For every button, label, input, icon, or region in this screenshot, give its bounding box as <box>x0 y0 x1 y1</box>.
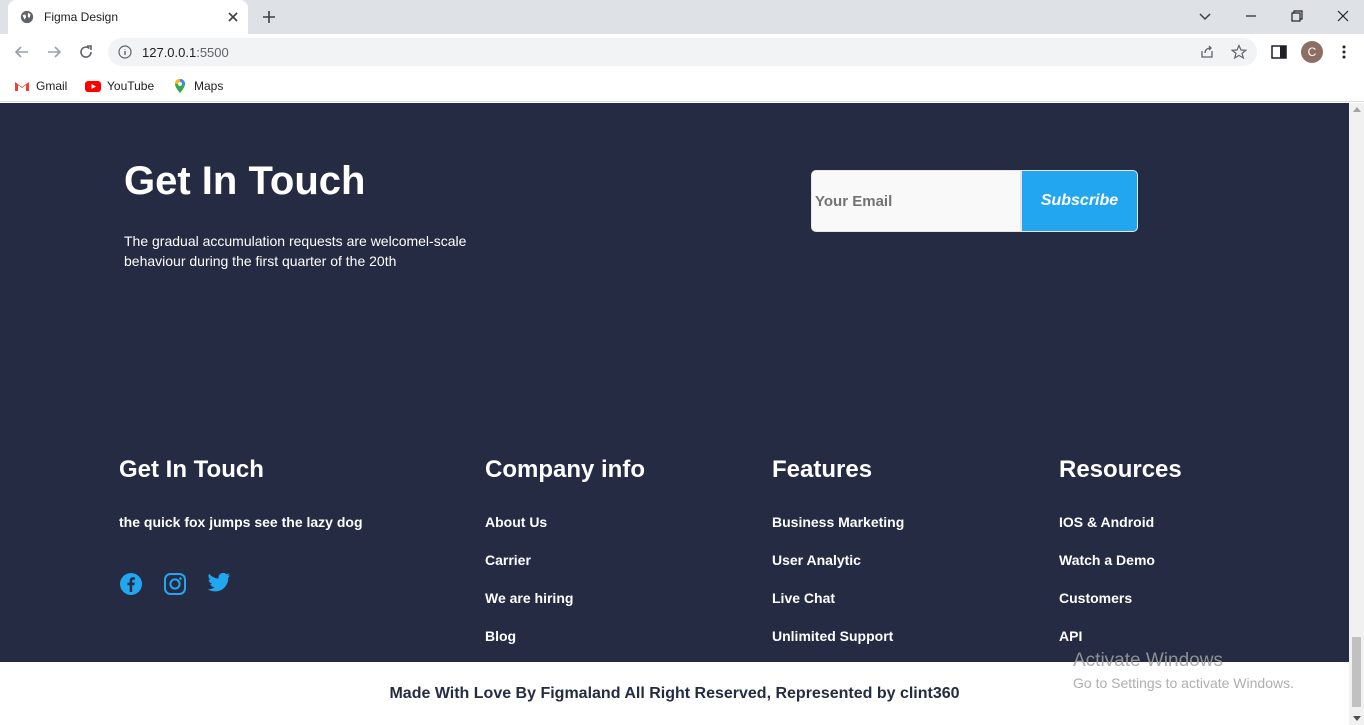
link-user-analytic[interactable]: User Analytic <box>772 552 861 568</box>
bookmark-gmail[interactable]: Gmail <box>14 77 67 95</box>
browser-toolbar: 127.0.0.1:5500 C <box>0 34 1364 70</box>
twitter-icon[interactable] <box>207 570 231 594</box>
close-tab-icon[interactable] <box>224 8 242 26</box>
hero-title: Get In Touch <box>124 159 366 203</box>
side-panel-icon[interactable] <box>1270 43 1288 61</box>
maps-icon <box>175 79 185 93</box>
link-we-are-hiring[interactable]: We are hiring <box>485 590 573 606</box>
scroll-down-arrow-icon[interactable] <box>1353 716 1361 721</box>
page-viewport: Get In Touch The gradual accumulation re… <box>0 103 1349 725</box>
copyright-label: Made With Love By Figmaland All Right Re… <box>389 685 960 702</box>
bookmarks-bar: Gmail YouTube Maps <box>0 70 1364 102</box>
footer-features-title: Features <box>772 456 873 483</box>
link-blog[interactable]: Blog <box>485 628 516 644</box>
link-customers[interactable]: Customers <box>1059 590 1132 606</box>
footer-touch-title: Get In Touch <box>119 456 264 483</box>
tab-search-icon[interactable] <box>1195 6 1215 26</box>
url-text: 127.0.0.1:5500 <box>142 45 229 60</box>
reload-icon[interactable] <box>77 43 95 61</box>
footer-resources-title: Resources <box>1059 456 1182 483</box>
footer-company-title: Company info <box>485 456 645 483</box>
new-tab-icon[interactable] <box>260 8 278 26</box>
tab-title: Figma Design <box>44 10 119 24</box>
link-ios-android[interactable]: IOS & Android <box>1059 514 1154 530</box>
bookmark-label: YouTube <box>107 79 155 93</box>
browser-tab[interactable]: Figma Design <box>8 0 248 34</box>
bookmark-maps[interactable]: Maps <box>172 77 223 95</box>
link-watch-a-demo[interactable]: Watch a Demo <box>1059 552 1155 568</box>
email-input[interactable] <box>811 170 1021 232</box>
browser-tabstrip: Figma Design <box>0 0 1364 34</box>
subscribe-button[interactable]: Subscribe <box>1021 170 1138 232</box>
link-live-chat[interactable]: Live Chat <box>772 590 835 606</box>
link-carrier[interactable]: Carrier <box>485 552 531 568</box>
link-api[interactable]: API <box>1059 628 1082 644</box>
bookmark-star-icon[interactable] <box>1231 44 1247 60</box>
restore-icon[interactable] <box>1287 6 1307 26</box>
gmail-icon <box>15 82 29 91</box>
scroll-thumb[interactable] <box>1352 637 1361 707</box>
back-icon[interactable] <box>13 43 31 61</box>
activate-subtitle: Go to Settings to activate Windows. <box>1073 675 1294 691</box>
info-icon[interactable] <box>118 45 132 59</box>
link-about-us[interactable]: About Us <box>485 514 547 530</box>
minimize-icon[interactable] <box>1241 6 1261 26</box>
close-window-icon[interactable] <box>1333 6 1353 26</box>
address-bar[interactable]: 127.0.0.1:5500 <box>108 38 1257 66</box>
bookmark-youtube[interactable]: YouTube <box>85 77 154 95</box>
link-unlimited-support[interactable]: Unlimited Support <box>772 628 893 644</box>
activate-windows-watermark: Activate Windows Go to Settings to activ… <box>1073 650 1294 691</box>
profile-avatar[interactable]: C <box>1301 41 1323 63</box>
hero-description: The gradual accumulation requests are we… <box>124 233 467 269</box>
youtube-icon <box>85 81 101 92</box>
facebook-icon[interactable] <box>119 572 143 596</box>
activate-title: Activate Windows <box>1073 650 1223 671</box>
bookmark-label: Maps <box>194 79 224 93</box>
bookmark-label: Gmail <box>36 79 68 93</box>
menu-icon[interactable] <box>1335 43 1353 61</box>
scroll-up-arrow-icon[interactable] <box>1353 107 1361 112</box>
page-scrollbar[interactable] <box>1349 103 1364 725</box>
instagram-icon[interactable] <box>163 572 187 596</box>
share-icon[interactable] <box>1199 44 1215 60</box>
globe-icon <box>20 10 34 24</box>
forward-icon[interactable] <box>45 43 63 61</box>
footer-touch-subtitle: the quick fox jumps see the lazy dog <box>119 514 363 530</box>
link-business-marketing[interactable]: Business Marketing <box>772 514 904 530</box>
